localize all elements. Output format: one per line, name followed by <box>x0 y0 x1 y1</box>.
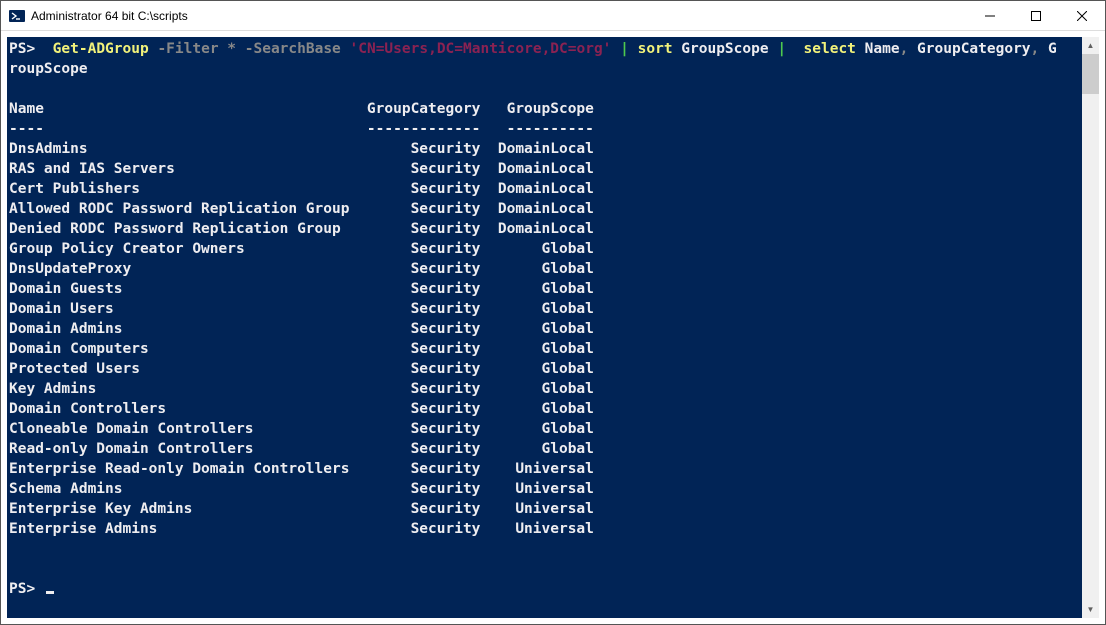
cmdlet: Get-ADGroup <box>53 41 149 57</box>
table-row: DnsUpdateProxy Security Global <box>7 259 1099 279</box>
scrollbar-track[interactable] <box>1082 54 1099 601</box>
sort-cmdlet: sort <box>638 41 673 57</box>
select-scope-wrap: roupScope <box>9 61 88 77</box>
table-row: Protected Users Security Global <box>7 359 1099 379</box>
table-row: RAS and IAS Servers Security DomainLocal <box>7 159 1099 179</box>
scrollbar-thumb[interactable] <box>1082 54 1099 94</box>
table-row: Enterprise Key Admins Security Universal <box>7 499 1099 519</box>
sort-arg: GroupScope <box>681 41 768 57</box>
searchbase-value: 'CN=Users,DC=Manticore,DC=org' <box>350 41 612 57</box>
minimize-button[interactable] <box>967 1 1013 30</box>
select-name: Name <box>865 41 900 57</box>
select-category: GroupCategory <box>917 41 1031 57</box>
command-line-1: PS> Get-ADGroup -Filter * -SearchBase 'C… <box>7 39 1099 59</box>
table-row: Domain Computers Security Global <box>7 339 1099 359</box>
prompt-line: PS> <box>7 579 1099 599</box>
vertical-scrollbar[interactable]: ▲ ▼ <box>1082 37 1099 618</box>
table-row: Group Policy Creator Owners Security Glo… <box>7 239 1099 259</box>
pipe-2: | <box>777 41 786 57</box>
table-row: Domain Users Security Global <box>7 299 1099 319</box>
table-row: Domain Admins Security Global <box>7 319 1099 339</box>
select-scope-head: G <box>1048 41 1057 57</box>
cursor <box>46 591 54 594</box>
terminal-container: PS> Get-ADGroup -Filter * -SearchBase 'C… <box>1 31 1105 624</box>
scroll-up-arrow-icon[interactable]: ▲ <box>1082 37 1099 54</box>
close-button[interactable] <box>1059 1 1105 30</box>
blank-line <box>7 559 1099 579</box>
table-row: Enterprise Read-only Domain Controllers … <box>7 459 1099 479</box>
table-row: Cert Publishers Security DomainLocal <box>7 179 1099 199</box>
table-row: Denied RODC Password Replication Group S… <box>7 219 1099 239</box>
param-filter: -Filter <box>157 41 218 57</box>
prompt: PS> <box>9 581 35 597</box>
table-row: Allowed RODC Password Replication Group … <box>7 199 1099 219</box>
scroll-down-arrow-icon[interactable]: ▼ <box>1082 601 1099 618</box>
titlebar[interactable]: Administrator 64 bit C:\scripts <box>1 1 1105 31</box>
maximize-button[interactable] <box>1013 1 1059 30</box>
pipe-1: | <box>620 41 629 57</box>
table-row: Key Admins Security Global <box>7 379 1099 399</box>
filter-star: * <box>227 41 236 57</box>
table-row: Schema Admins Security Universal <box>7 479 1099 499</box>
table-row: Enterprise Admins Security Universal <box>7 519 1099 539</box>
table-separator: ---- ------------- ---------- <box>7 119 1099 139</box>
select-cmdlet: select <box>804 41 856 57</box>
table-row: Domain Guests Security Global <box>7 279 1099 299</box>
blank-line <box>7 79 1099 99</box>
window-title: Administrator 64 bit C:\scripts <box>31 9 967 23</box>
table-row: Domain Controllers Security Global <box>7 399 1099 419</box>
table-row: Read-only Domain Controllers Security Gl… <box>7 439 1099 459</box>
window-controls <box>967 1 1105 30</box>
prompt: PS> <box>9 41 35 57</box>
table-row: DnsAdmins Security DomainLocal <box>7 139 1099 159</box>
param-searchbase: -SearchBase <box>245 41 341 57</box>
command-line-2: roupScope <box>7 59 1099 79</box>
powershell-icon <box>9 8 25 24</box>
table-header: Name GroupCategory GroupScope <box>7 99 1099 119</box>
terminal[interactable]: PS> Get-ADGroup -Filter * -SearchBase 'C… <box>7 37 1099 618</box>
table-row: Cloneable Domain Controllers Security Gl… <box>7 419 1099 439</box>
blank-line <box>7 539 1099 559</box>
